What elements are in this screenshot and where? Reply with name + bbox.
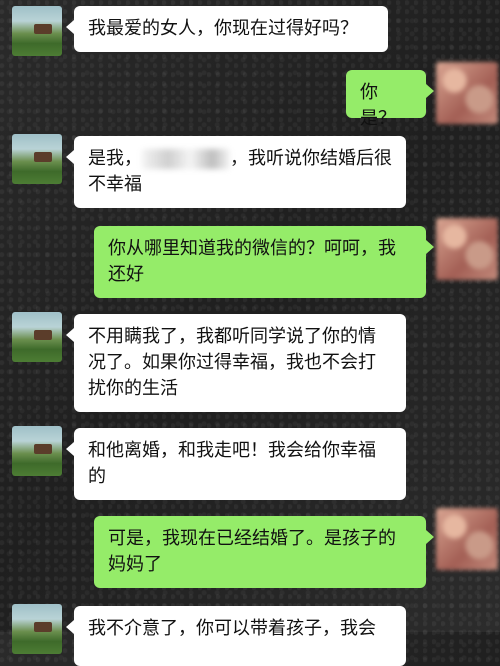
chat-area: 我最爱的女人，你现在过得好吗？ 你是？ 是我， ，我听说你结婚后很不幸福 你从哪里… (0, 0, 500, 666)
redacted-name (142, 149, 230, 169)
message-text: 你从哪里知道我的微信的？呵呵，我还好 (108, 238, 396, 285)
self-avatar-icon[interactable] (436, 62, 498, 124)
friend-avatar-icon[interactable] (12, 134, 62, 184)
friend-avatar-icon[interactable] (12, 426, 62, 476)
message-bubble-incoming[interactable]: 不用瞒我了，我都听同学说了你的情况了。如果你过得幸福，我也不会打扰你的生活 (66, 314, 406, 412)
message-bubble-incoming[interactable]: 我最爱的女人，你现在过得好吗？ (66, 6, 388, 52)
message-bubble-incoming[interactable]: 我不介意了，你可以带着孩子，我会 (66, 606, 406, 666)
message-text: 可是，我现在已经结婚了。是孩子的妈妈了 (108, 528, 396, 575)
message-bubble-outgoing[interactable]: 可是，我现在已经结婚了。是孩子的妈妈了 (94, 516, 434, 588)
friend-avatar-icon[interactable] (12, 6, 62, 56)
friend-avatar-icon[interactable] (12, 312, 62, 362)
message-text: 我最爱的女人，你现在过得好吗？ (88, 18, 358, 39)
message-text: 和他离婚，和我走吧！我会给你幸福的 (88, 440, 376, 487)
friend-avatar-icon[interactable] (12, 604, 62, 654)
message-bubble-incoming[interactable]: 和他离婚，和我走吧！我会给你幸福的 (66, 428, 406, 500)
message-text: 我不介意了，你可以带着孩子，我会 (88, 618, 376, 639)
self-avatar-icon[interactable] (436, 508, 498, 570)
message-bubble-outgoing[interactable]: 你从哪里知道我的微信的？呵呵，我还好 (94, 226, 434, 298)
message-bubble-incoming[interactable]: 是我， ，我听说你结婚后很不幸福 (66, 136, 406, 208)
message-text-part: 是我， (88, 148, 142, 169)
self-avatar-icon[interactable] (436, 218, 498, 280)
message-text: 你是？ (360, 82, 396, 129)
message-text: 不用瞒我了，我都听同学说了你的情况了。如果你过得幸福，我也不会打扰你的生活 (88, 326, 376, 399)
message-bubble-outgoing[interactable]: 你是？ (346, 70, 434, 129)
